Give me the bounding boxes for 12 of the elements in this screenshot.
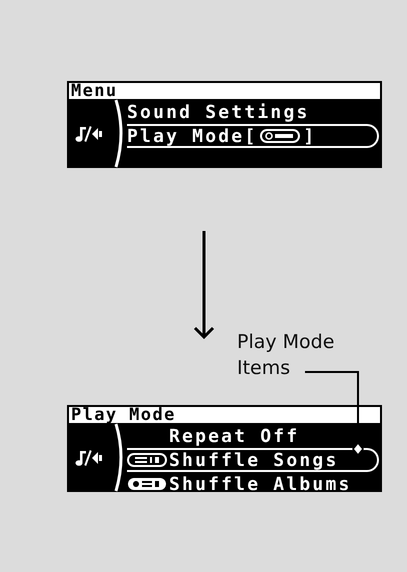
display-title: Menu: [67, 81, 382, 99]
menu-item[interactable]: Shuffle Albums: [127, 472, 379, 492]
display-title: Play Mode: [67, 405, 382, 423]
menu-item[interactable]: Shuffle Songs: [127, 448, 379, 472]
button-icon: [260, 128, 300, 144]
callout-label: Play Mode Items: [237, 330, 336, 381]
menu-item[interactable]: Repeat Off: [127, 424, 379, 448]
menu-item[interactable]: Sound Settings: [127, 100, 379, 124]
menu-item[interactable]: Play Mode[ ]: [127, 124, 379, 148]
shuffle-songs-icon: [127, 453, 167, 467]
audio-source-icon: [75, 448, 105, 466]
audio-source-icon: [75, 124, 105, 142]
